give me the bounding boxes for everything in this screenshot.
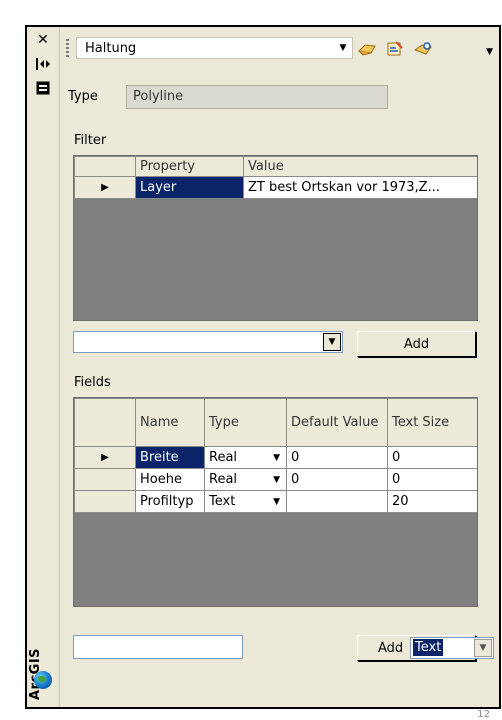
field-type-cell[interactable]: Real ▼ (204, 446, 287, 469)
field-type-value: Real (209, 472, 238, 487)
arcgis-dock-window: ✕ ArcGIS Haltung ▼ (25, 25, 501, 709)
row-selector-icon[interactable]: ▶ (74, 176, 136, 199)
table-row[interactable]: ▶ Layer ZT best Ortskan vor 1973,Z... (74, 176, 477, 199)
fields-header-size: Text Size (387, 398, 477, 447)
type-field: Polyline (126, 85, 388, 109)
field-type-combo[interactable]: Text ▼ (410, 637, 494, 659)
fields-header-type: Type (204, 398, 287, 447)
row-selector-icon[interactable]: ▶ (74, 446, 136, 469)
main-panel: Haltung ▼ ▼ Type Polyline Filter Propert… (60, 27, 499, 707)
field-type-value: Text (209, 494, 236, 509)
toolbar-overflow-icon[interactable]: ▼ (486, 47, 493, 57)
autohide-icon[interactable] (33, 55, 53, 73)
field-type-combo-value: Text (413, 639, 444, 656)
field-type-value: Real (209, 450, 238, 465)
fields-grid: Name Type Default Value Text Size ▶ Brei… (73, 397, 478, 607)
field-name-input[interactable] (73, 635, 243, 659)
chevron-down-icon[interactable]: ▼ (474, 639, 492, 657)
toolbar-grip[interactable] (66, 39, 69, 59)
filter-header-corner (74, 156, 136, 177)
field-default-cell[interactable]: 0 (286, 468, 388, 491)
fields-header-default: Default Value (286, 398, 388, 447)
field-default-cell[interactable] (286, 490, 388, 513)
globe-icon[interactable] (34, 671, 52, 689)
chevron-down-icon[interactable]: ▼ (273, 453, 282, 463)
filter-label: Filter (74, 133, 107, 148)
field-default-cell[interactable]: 0 (286, 446, 388, 469)
chevron-down-icon[interactable]: ▼ (273, 475, 282, 485)
type-label: Type (68, 89, 98, 104)
tool-icon-3[interactable] (412, 40, 434, 58)
table-row[interactable]: Hoehe Real ▼ 0 0 (74, 468, 477, 491)
filter-property-combo[interactable] (73, 331, 343, 353)
page-number: 12 (477, 709, 490, 720)
dock-side-bar: ✕ ArcGIS (27, 27, 60, 707)
fields-label: Fields (74, 375, 111, 390)
chevron-down-icon[interactable]: ▼ (323, 333, 341, 351)
layer-combo[interactable]: Haltung ▼ (76, 37, 353, 59)
layer-combo-value: Haltung (85, 40, 137, 56)
filter-header-value: Value (243, 156, 477, 177)
field-name-cell[interactable]: Profiltyp (135, 490, 205, 513)
filter-cell-value[interactable]: ZT best Ortskan vor 1973,Z... (243, 176, 477, 199)
table-row[interactable]: Profiltyp Text ▼ 20 (74, 490, 477, 513)
field-size-cell[interactable]: 20 (387, 490, 477, 513)
chevron-down-icon[interactable]: ▼ (273, 497, 282, 507)
filter-add-label: Add (403, 336, 430, 352)
field-name-cell[interactable]: Hoehe (135, 468, 205, 491)
row-header[interactable] (74, 490, 136, 513)
toolbar: Haltung ▼ ▼ (60, 33, 499, 63)
filter-header-property: Property (135, 156, 244, 177)
field-size-cell[interactable]: 0 (387, 446, 477, 469)
row-header[interactable] (74, 468, 136, 491)
filter-cell-property[interactable]: Layer (135, 176, 244, 199)
field-name-cell[interactable]: Breite (135, 446, 205, 469)
panel-icon[interactable] (33, 79, 53, 97)
filter-add-button[interactable]: Add (357, 331, 476, 357)
field-type-cell[interactable]: Text ▼ (204, 490, 287, 513)
field-size-cell[interactable]: 0 (387, 468, 477, 491)
fields-header-corner (74, 398, 136, 447)
close-icon[interactable]: ✕ (33, 31, 53, 49)
tool-icon-1[interactable] (356, 40, 378, 58)
fields-add-label: Add (378, 640, 404, 656)
fields-header-name: Name (135, 398, 205, 447)
filter-grid: Property Value ▶ Layer ZT best Ortskan v… (73, 155, 478, 321)
table-row[interactable]: ▶ Breite Real ▼ 0 0 (74, 446, 477, 469)
field-type-cell[interactable]: Real ▼ (204, 468, 287, 491)
tool-icon-2[interactable] (384, 40, 406, 58)
chevron-down-icon[interactable]: ▼ (336, 41, 350, 55)
